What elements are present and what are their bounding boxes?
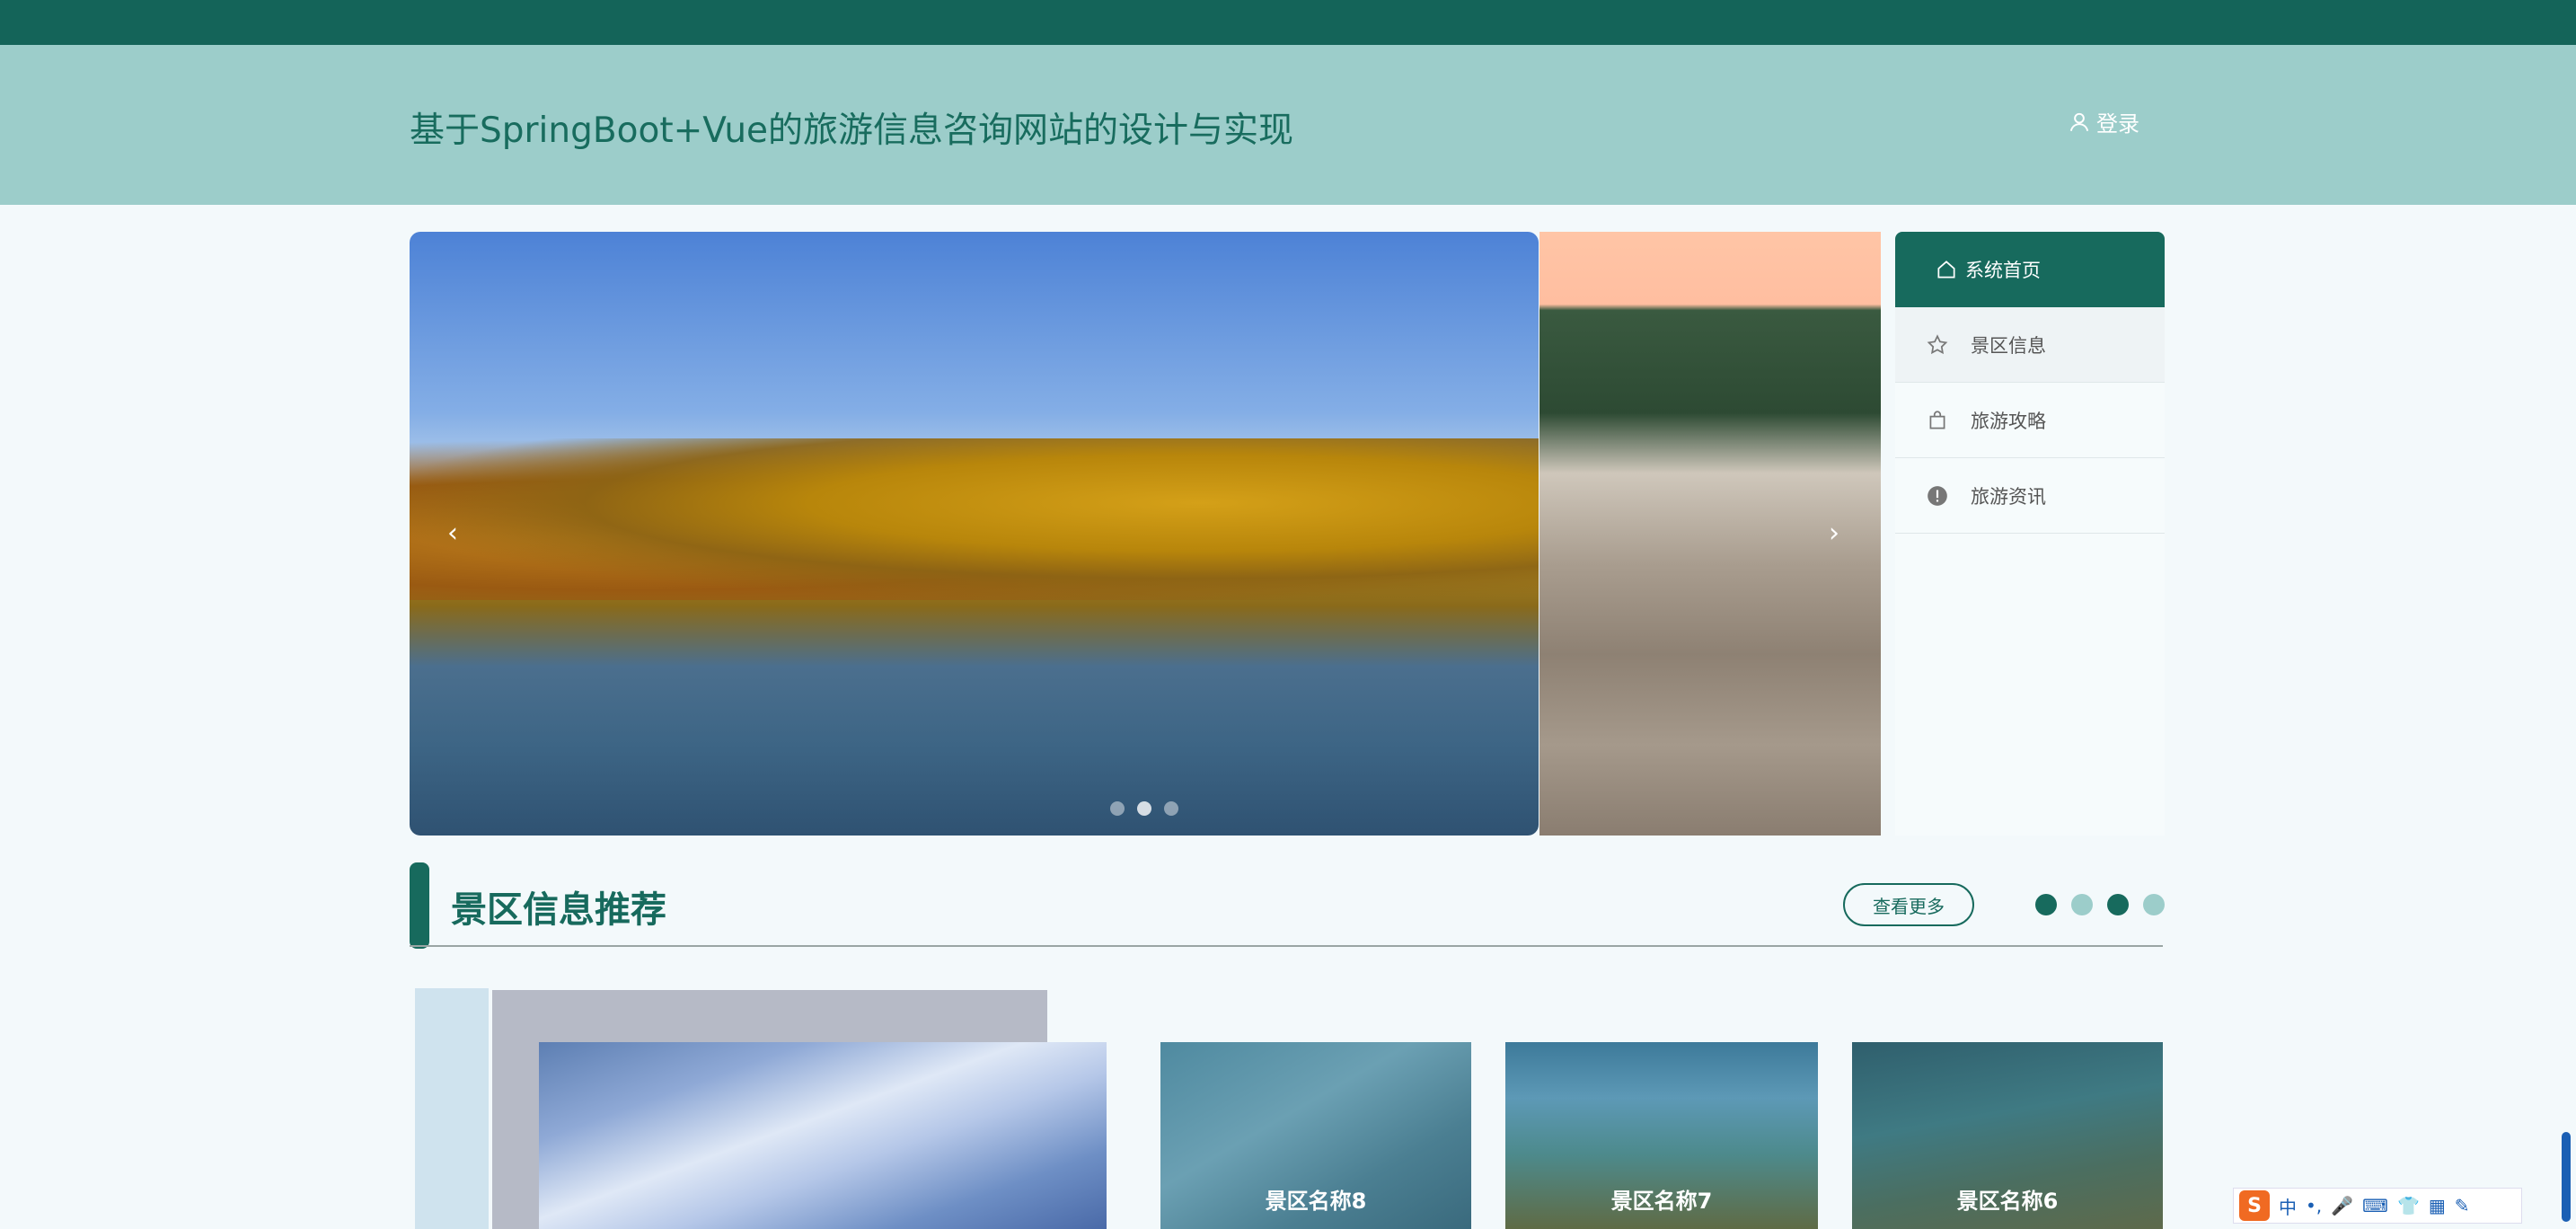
menu-item-home[interactable]: 系统首页 [1895,232,2165,307]
view-more-button[interactable]: 查看更多 [1843,883,1974,926]
banner-carousel[interactable]: ‹ › [410,232,1881,836]
section-pager [2035,894,2165,915]
menu-item-label: 景区信息 [1971,334,2046,357]
site-header: 基于SpringBoot+Vue的旅游信息咨询网站的设计与实现 登录 [0,45,2576,205]
carousel-next-arrow[interactable]: › [1829,517,1839,549]
carousel-dots [1110,801,1178,816]
menu-item-scenic[interactable]: 景区信息 [1895,307,2165,383]
card-stack-edge [415,988,489,1229]
page-scrollbar-thumb[interactable] [2562,1132,2571,1222]
pager-dot[interactable] [2071,894,2093,915]
star-icon [1927,333,1948,354]
scenic-card-label: 景区名称6 [1956,1189,2059,1214]
ime-language-toggle[interactable]: 中 [2279,1193,2297,1219]
ime-skin-icon[interactable]: 👕 [2397,1195,2420,1216]
scenic-card-label: 景区名称7 [1610,1189,1713,1214]
ime-voice-icon[interactable]: 🎤 [2331,1195,2353,1216]
pager-dot[interactable] [2035,894,2057,915]
slide-image-trees [410,438,1539,600]
ime-keyboard-icon[interactable]: ⌨ [2362,1195,2388,1216]
carousel-dot[interactable] [1164,801,1178,816]
scenic-card[interactable]: 景区名称7 [1505,1042,1818,1229]
scenic-card-label: 景区名称8 [1265,1189,1367,1214]
menu-item-guide[interactable]: 旅游攻略 [1895,383,2165,458]
menu-item-label: 旅游资讯 [1971,485,2046,508]
carousel-prev-arrow[interactable]: ‹ [447,517,458,549]
carousel-slide-active[interactable] [410,232,1539,836]
ime-handwriting-icon[interactable]: ✎ [2455,1195,2470,1216]
ime-punctuation-toggle[interactable]: •, [2306,1195,2322,1216]
login-label: 登录 [2096,111,2139,137]
bag-icon [1929,410,1945,429]
carousel-dot[interactable] [1110,801,1125,816]
menu-item-label: 系统首页 [1965,260,2041,281]
side-menu: 系统首页 景区信息 旅游攻略 旅游资讯 [1895,232,2165,836]
ime-toolbar[interactable]: S 中 •, 🎤 ⌨ 👕 ▦ ✎ [2233,1188,2522,1224]
section-divider [410,945,2163,947]
section-accent-bar [410,862,429,949]
site-title: 基于SpringBoot+Vue的旅游信息咨询网站的设计与实现 [410,111,1294,151]
section-title: 景区信息推荐 [451,889,666,931]
login-button[interactable]: 登录 [2068,106,2139,137]
scenic-card[interactable]: 景区名称8 [1160,1042,1471,1229]
menu-item-label: 旅游攻略 [1971,410,2046,432]
user-icon [2069,112,2089,131]
carousel-dot-active[interactable] [1137,801,1151,816]
pager-dot[interactable] [2107,894,2129,915]
pager-dot[interactable] [2143,894,2165,915]
info-circle-icon [1928,485,1947,506]
top-bar [0,0,2576,45]
ime-toolbox-icon[interactable]: ▦ [2429,1195,2446,1216]
home-icon [1937,261,1955,279]
scenic-card-featured[interactable] [539,1042,1107,1229]
ime-logo[interactable]: S [2239,1190,2270,1221]
scenic-card[interactable]: 景区名称6 [1852,1042,2163,1229]
menu-item-news[interactable]: 旅游资讯 [1895,458,2165,534]
